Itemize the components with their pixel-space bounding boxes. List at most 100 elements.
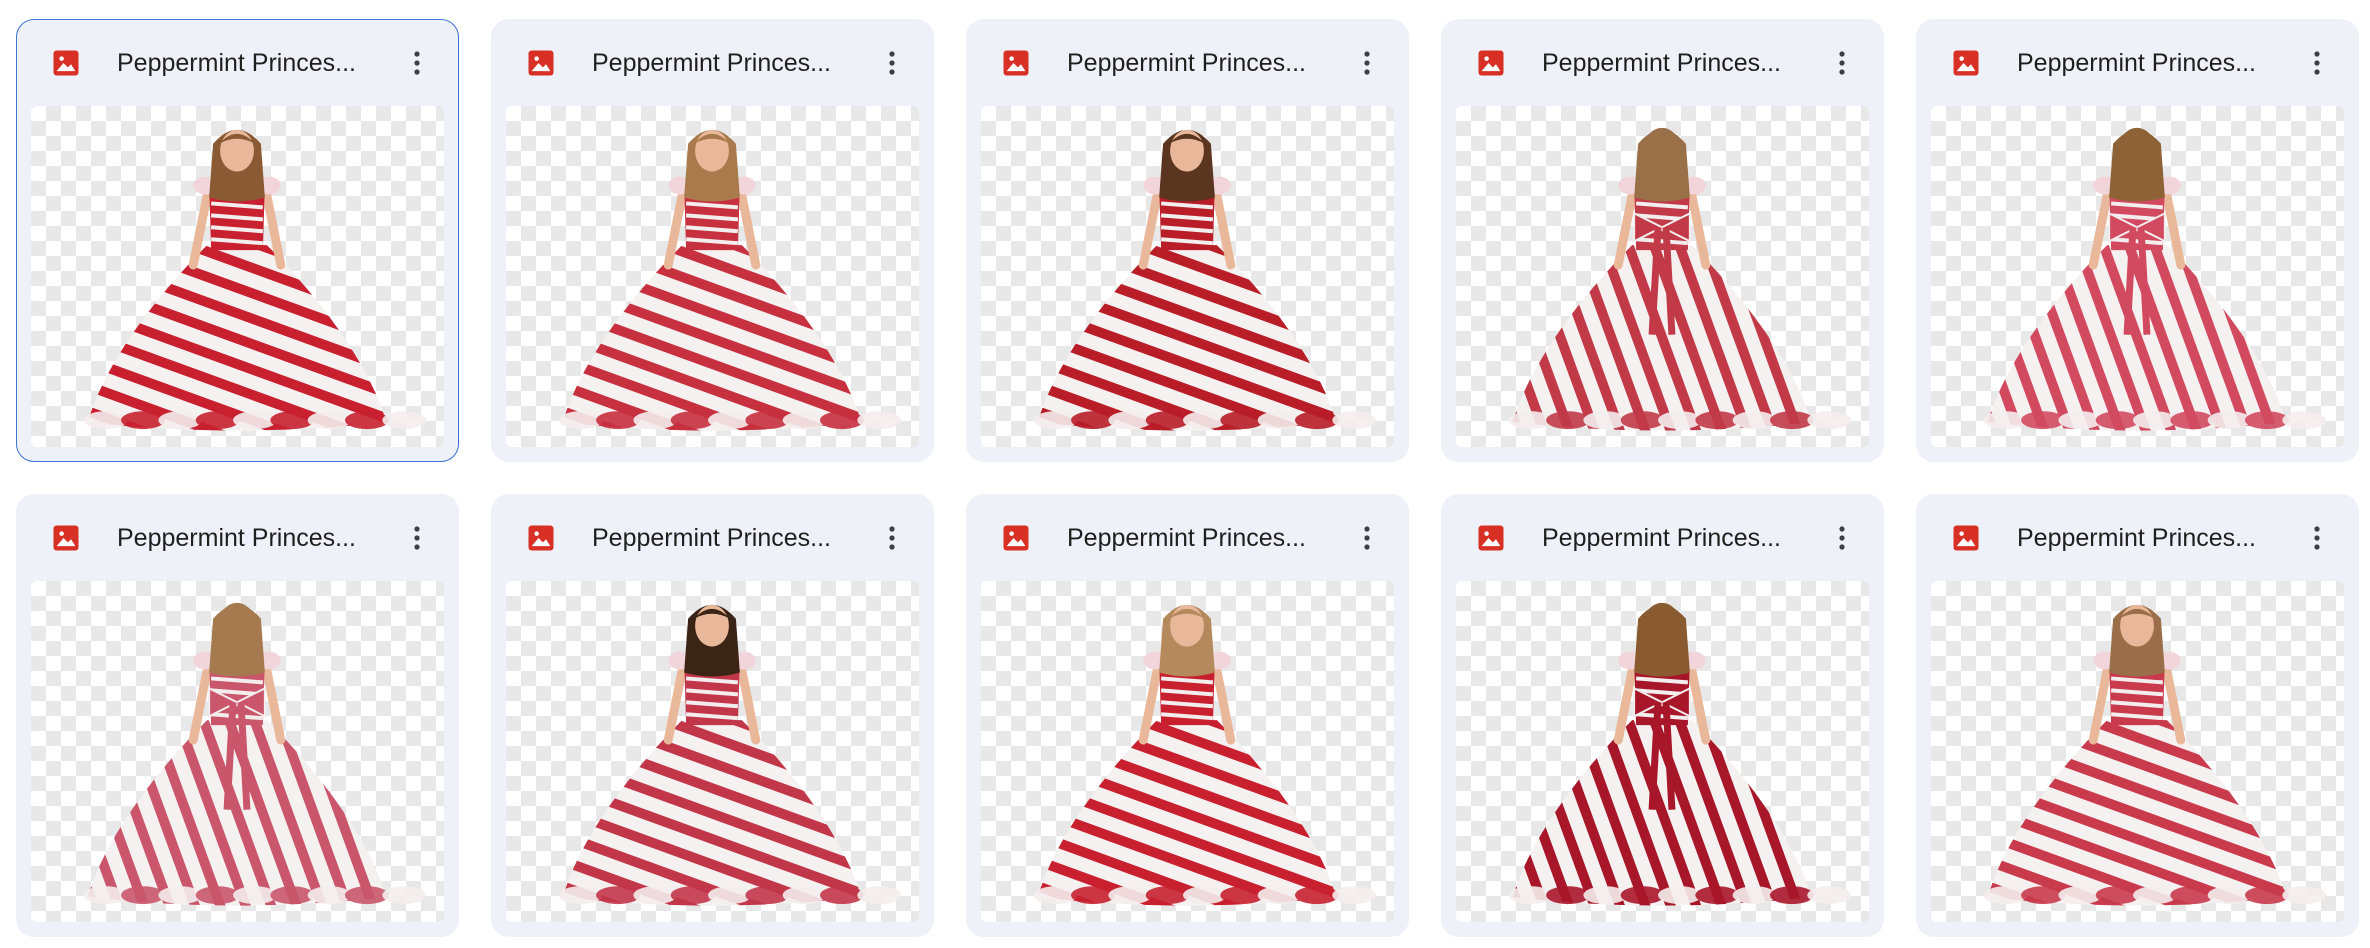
more-vert-icon — [414, 526, 420, 550]
file-card[interactable]: Peppermint Princes... — [1441, 19, 1884, 462]
dress-ruffle — [195, 411, 240, 430]
file-card[interactable]: Peppermint Princes... — [16, 494, 459, 937]
dress-illustration — [1983, 127, 2327, 431]
dress-ruffle — [2170, 411, 2215, 430]
file-card[interactable]: Peppermint Princes... — [1916, 19, 2359, 462]
file-card-header: Peppermint Princes... — [967, 495, 1408, 581]
more-actions-button[interactable] — [871, 42, 913, 84]
dress-ruffle — [1220, 411, 1265, 430]
dress-ruffle — [2282, 411, 2327, 430]
dress-ruffle — [2244, 411, 2289, 430]
dress-ruffle — [83, 886, 128, 905]
dress-ruffle — [1183, 411, 1227, 430]
dress-illustration — [83, 602, 427, 906]
dress-ruffle — [857, 886, 902, 905]
dress-ruffle — [2170, 886, 2215, 905]
file-title: Peppermint Princes... — [117, 49, 356, 77]
file-card[interactable]: Peppermint Princes... — [966, 19, 1409, 462]
dress-skirt — [1037, 245, 1337, 431]
dress-ruffle — [83, 411, 128, 430]
more-actions-button[interactable] — [396, 42, 438, 84]
file-card[interactable]: Peppermint Princes... — [491, 494, 934, 937]
dress-ruffle — [1508, 886, 1553, 905]
file-card-header: Peppermint Princes... — [967, 20, 1408, 106]
dress-ruffle — [1695, 411, 1740, 430]
image-thumbnail[interactable] — [981, 581, 1394, 922]
more-actions-button[interactable] — [396, 517, 438, 559]
file-card[interactable]: Peppermint Princes... — [1916, 494, 2359, 937]
more-actions-button[interactable] — [2296, 517, 2338, 559]
more-actions-button[interactable] — [1346, 42, 1388, 84]
image-thumbnail[interactable] — [1931, 106, 2344, 447]
image-thumbnail[interactable] — [31, 106, 444, 447]
dress-ruffle — [670, 411, 715, 430]
dress-illustration — [1033, 604, 1377, 906]
more-actions-button[interactable] — [871, 517, 913, 559]
dress-ruffle — [344, 886, 389, 905]
dress-ruffle — [2095, 411, 2140, 430]
dress-ruffle — [1658, 411, 1702, 430]
dress-ruffle — [2021, 886, 2065, 905]
dress-ruffle — [1620, 886, 1665, 905]
file-title: Peppermint Princes... — [1542, 49, 1781, 77]
dress-ruffle — [158, 886, 203, 905]
dress-ruffle — [1508, 411, 1553, 430]
dress-ruffle — [745, 411, 790, 430]
image-thumbnail[interactable] — [1456, 106, 1869, 447]
dress-ruffle — [857, 411, 902, 430]
dress-skirt — [1037, 720, 1337, 906]
dress-ruffle — [708, 411, 752, 430]
file-title: Peppermint Princes... — [1067, 49, 1306, 77]
file-card[interactable]: Peppermint Princes... — [16, 19, 459, 462]
dress-ruffle — [195, 886, 240, 905]
dress-ruffle — [819, 411, 864, 430]
dress-ruffle — [1220, 886, 1265, 905]
dress-ruffle — [1294, 411, 1339, 430]
image-thumbnail[interactable] — [506, 106, 919, 447]
file-card[interactable]: Peppermint Princes... — [1441, 494, 1884, 937]
file-card-header: Peppermint Princes... — [492, 20, 933, 106]
more-actions-button[interactable] — [1821, 42, 1863, 84]
dress-ruffle — [1546, 886, 1590, 905]
dress-ruffle — [670, 886, 715, 905]
dress-illustration — [1983, 604, 2327, 906]
file-card[interactable]: Peppermint Princes... — [966, 494, 1409, 937]
file-title: Peppermint Princes... — [592, 524, 831, 552]
dress-ruffle — [1732, 886, 1777, 905]
dress-ruffle — [1145, 411, 1190, 430]
dress-ruffle — [233, 886, 277, 905]
dress-illustration — [1508, 127, 1852, 431]
dress-ruffle — [2244, 886, 2289, 905]
image-file-icon — [1478, 525, 1504, 551]
more-actions-button[interactable] — [1346, 517, 1388, 559]
file-title: Peppermint Princes... — [2017, 524, 2256, 552]
image-file-icon — [1953, 525, 1979, 551]
image-thumbnail[interactable] — [1931, 581, 2344, 922]
file-title: Peppermint Princes... — [2017, 49, 2256, 77]
dress-ruffle — [708, 886, 752, 905]
image-thumbnail[interactable] — [1456, 581, 1869, 922]
file-card[interactable]: Peppermint Princes... — [491, 19, 934, 462]
dress-ruffle — [596, 411, 640, 430]
dress-ruffle — [2207, 886, 2252, 905]
image-file-icon — [1003, 525, 1029, 551]
dress-ruffle — [121, 411, 165, 430]
image-thumbnail[interactable] — [31, 581, 444, 922]
dress-skirt — [87, 245, 387, 431]
more-actions-button[interactable] — [2296, 42, 2338, 84]
dress-ruffle — [633, 886, 678, 905]
dress-ruffle — [1033, 411, 1078, 430]
dress-ruffle — [782, 886, 827, 905]
dress-ruffle — [633, 411, 678, 430]
dress-ruffle — [1183, 886, 1227, 905]
dress-ruffle — [2058, 886, 2103, 905]
more-vert-icon — [1839, 51, 1845, 75]
image-thumbnail[interactable] — [981, 106, 1394, 447]
more-vert-icon — [889, 526, 895, 550]
more-vert-icon — [414, 51, 420, 75]
dress-ruffle — [1983, 411, 2028, 430]
dress-ruffle — [1332, 411, 1377, 430]
more-vert-icon — [2314, 51, 2320, 75]
more-actions-button[interactable] — [1821, 517, 1863, 559]
image-thumbnail[interactable] — [506, 581, 919, 922]
